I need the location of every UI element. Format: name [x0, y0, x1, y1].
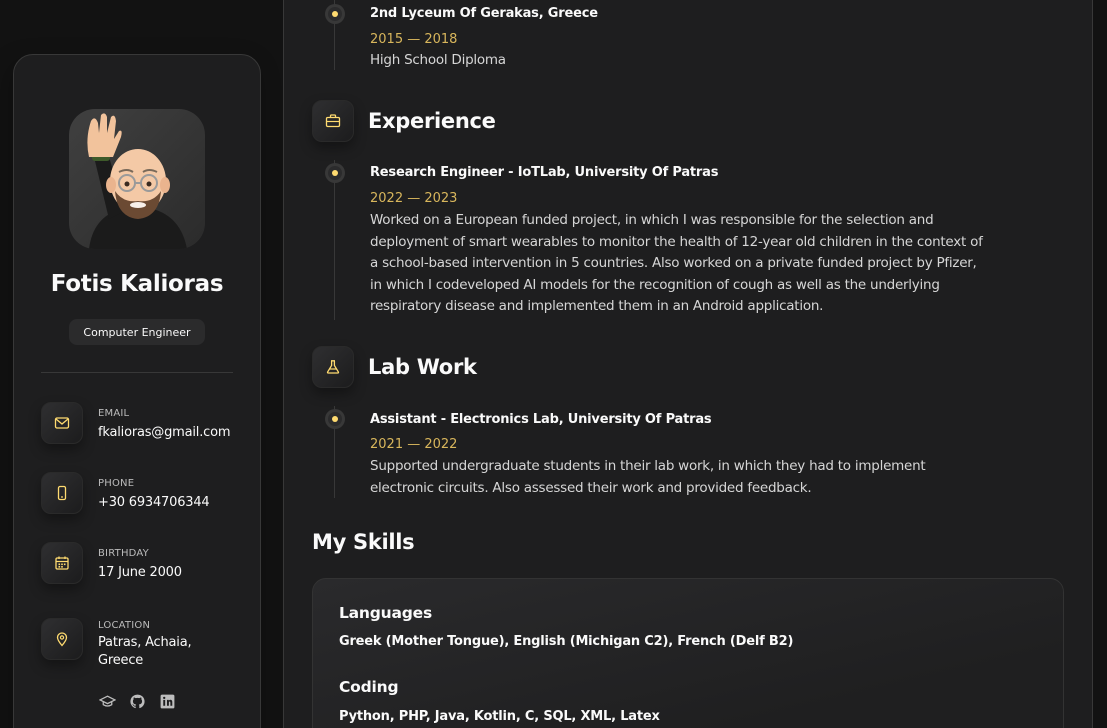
languages-value: Greek (Mother Tongue), English (Michigan…: [339, 634, 794, 649]
location-line-2: Greece: [98, 653, 144, 668]
labwork-title: Lab Work: [368, 355, 477, 379]
experience-item-date: 2022 — 2023: [370, 191, 458, 206]
labwork-item-title: Assistant - Electronics Lab, University …: [370, 412, 712, 427]
profile-name: Fotis Kalioras: [50, 271, 224, 297]
coding-value: Python, PHP, Java, Kotlin, C, SQL, XML, …: [339, 709, 660, 724]
labwork-line: Supported undergraduate students in thei…: [370, 458, 926, 474]
avatar: [69, 109, 205, 249]
flask-icon: [312, 346, 354, 388]
timeline-dot: [328, 166, 342, 180]
experience-item-title: Research Engineer - IoTLab, University O…: [370, 165, 719, 180]
location-pin-icon: [41, 618, 83, 660]
education-item-title: 2nd Lyceum Of Gerakas, Greece: [370, 6, 598, 21]
location-value: Patras, Achaia, Greece: [98, 634, 192, 670]
experience-line: in which I codeveloped AI models for the…: [370, 276, 940, 293]
linkedin-icon[interactable]: [159, 693, 176, 714]
education-item-date: 2015 — 2018: [370, 32, 458, 47]
page: Fotis Kalioras Computer Engineer EMAIL f…: [0, 0, 1107, 728]
experience-item-text: Worked on a European funded project, in …: [370, 210, 1000, 318]
phone-link[interactable]: +30 6934706344: [98, 494, 210, 512]
experience-heading: Experience: [312, 100, 496, 142]
github-icon[interactable]: [129, 693, 146, 714]
mail-icon: [41, 402, 83, 444]
profile-title-badge: Computer Engineer: [69, 319, 205, 345]
email-label: EMAIL: [98, 408, 130, 419]
labwork-item-date: 2021 — 2022: [370, 437, 458, 452]
calendar-icon: [41, 542, 83, 584]
contact-phone: PHONE +30 6934706344: [41, 472, 251, 514]
experience-line: respiratory disease and implemented them…: [370, 298, 824, 315]
coding-label: Coding: [339, 678, 399, 696]
contact-email: EMAIL fkalioras@gmail.com: [41, 402, 251, 444]
contact-location: LOCATION Patras, Achaia, Greece: [41, 618, 251, 670]
experience-timeline-line: [334, 160, 335, 320]
timeline-dot: [328, 412, 342, 426]
experience-line: deployment of smart wearables to monitor…: [370, 233, 983, 250]
timeline-dot: [328, 7, 342, 21]
social-links: [14, 693, 260, 714]
email-link[interactable]: fkalioras@gmail.com: [98, 424, 231, 442]
contact-birthday: BIRTHDAY 17 June 2000: [41, 542, 251, 584]
experience-line: Worked on a European funded project, in …: [370, 212, 934, 228]
birthday-value: 17 June 2000: [98, 565, 182, 580]
birthday-label: BIRTHDAY: [98, 548, 149, 559]
location-label: LOCATION: [98, 620, 151, 631]
skills-card: Languages Greek (Mother Tongue), English…: [312, 578, 1064, 728]
experience-line: a school-based intervention in 5 countri…: [370, 255, 977, 272]
skills-heading: My Skills: [312, 530, 415, 554]
experience-title: Experience: [368, 109, 496, 133]
sidebar: Fotis Kalioras Computer Engineer EMAIL f…: [13, 54, 261, 728]
phone-label: PHONE: [98, 478, 135, 489]
briefcase-icon: [312, 100, 354, 142]
education-item-text: High School Diploma: [370, 52, 506, 68]
labwork-heading: Lab Work: [312, 346, 477, 388]
graduation-cap-icon[interactable]: [98, 693, 116, 714]
languages-label: Languages: [339, 604, 432, 622]
labwork-item-text: Supported undergraduate students in thei…: [370, 456, 1000, 499]
sidebar-separator: [41, 372, 233, 373]
labwork-line: electronic circuits. Also assessed their…: [370, 479, 812, 496]
main-panel: 2nd Lyceum Of Gerakas, Greece 2015 — 201…: [283, 0, 1093, 728]
phone-icon: [41, 472, 83, 514]
location-line-1: Patras, Achaia,: [98, 635, 192, 650]
